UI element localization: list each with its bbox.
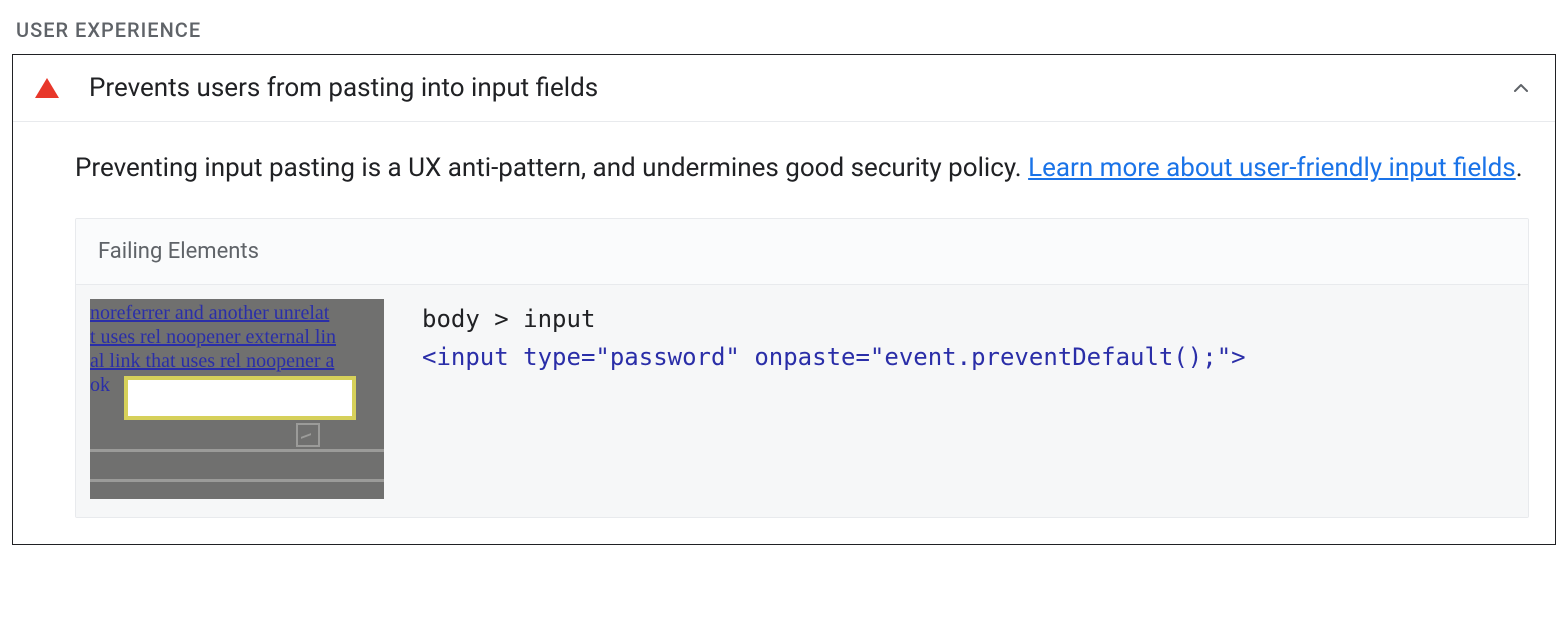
element-selector: body > input (422, 305, 1510, 333)
audit-description: Preventing input pasting is a UX anti-pa… (75, 148, 1529, 188)
chevron-up-icon[interactable] (1509, 76, 1533, 100)
learn-more-link[interactable]: Learn more about user-friendly input fie… (1028, 153, 1516, 183)
element-snippet: <input type="password" onpaste="event.pr… (422, 343, 1510, 371)
thumb-text-line: al link that uses rel noopener a (90, 349, 384, 373)
element-thumbnail: noreferrer and another unrelat t uses re… (90, 299, 384, 499)
audit-body: Preventing input pasting is a UX anti-pa… (13, 121, 1555, 544)
audit-description-text: Preventing input pasting is a UX anti-pa… (75, 153, 1028, 183)
failing-elements-box: Failing Elements noreferrer and another … (75, 218, 1529, 518)
audit-description-tail: . (1516, 153, 1523, 183)
thumb-text-line: noreferrer and another unrelat (90, 301, 384, 325)
failing-elements-header: Failing Elements (76, 219, 1528, 284)
failing-element-row: noreferrer and another unrelat t uses re… (76, 284, 1528, 517)
section-heading: USER EXPERIENCE (16, 18, 1556, 42)
thumb-divider (90, 479, 384, 482)
thumb-broken-image-icon (296, 423, 320, 447)
audit-card: Prevents users from pasting into input f… (12, 54, 1556, 545)
fail-triangle-icon (35, 78, 59, 98)
audit-title: Prevents users from pasting into input f… (89, 73, 1509, 103)
thumb-divider (90, 449, 384, 452)
thumb-text-line: t uses rel noopener external lin (90, 325, 384, 349)
element-code-column: body > input <input type="password" onpa… (422, 299, 1510, 371)
audit-header[interactable]: Prevents users from pasting into input f… (13, 55, 1555, 121)
highlighted-input-box (124, 376, 356, 420)
